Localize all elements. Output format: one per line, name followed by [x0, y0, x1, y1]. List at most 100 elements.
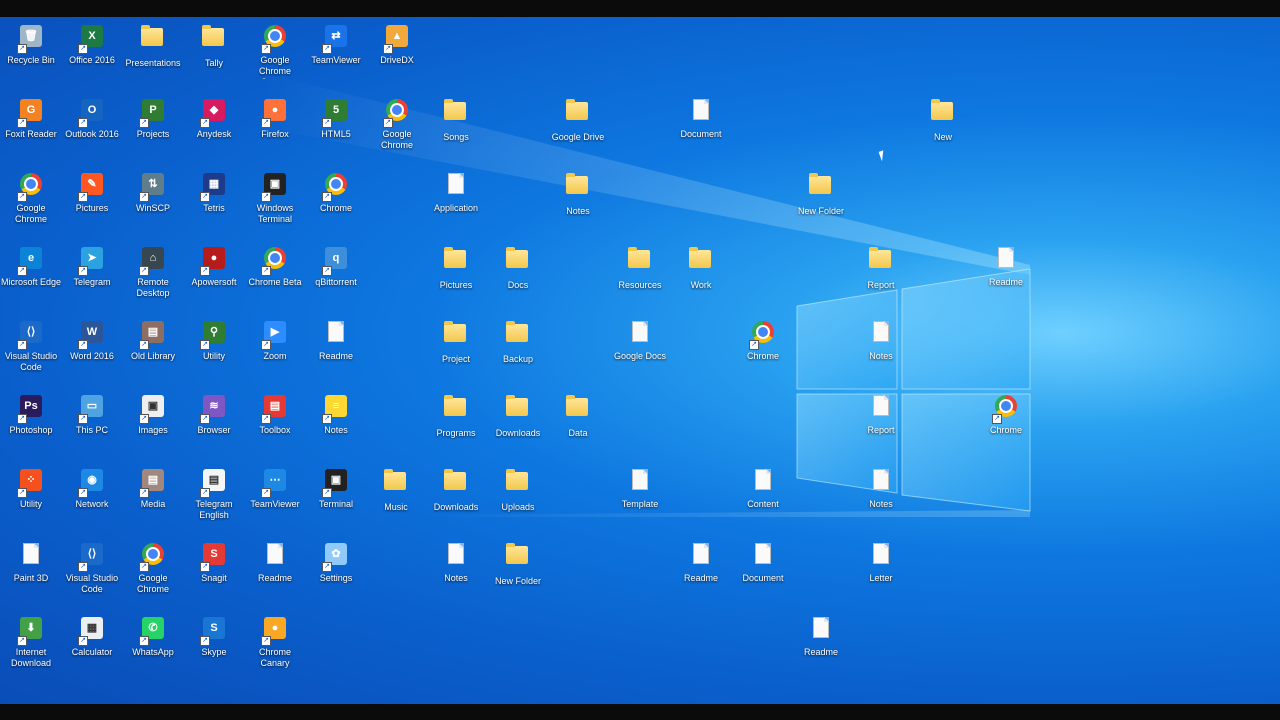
- desktop-icon-foxit-reader[interactable]: GFoxit Reader: [0, 97, 62, 171]
- desktop-icon-chrome[interactable]: Chrome: [732, 319, 794, 393]
- desktop-icon-google-chrome[interactable]: Google Chrome: [0, 171, 62, 245]
- desktop-icon-pictures[interactable]: ✎Pictures: [61, 171, 123, 245]
- desktop-icon-content[interactable]: Content: [732, 467, 794, 541]
- desktop-icon-telegram[interactable]: ➤Telegram: [61, 245, 123, 319]
- desktop-icon-toolbox[interactable]: ▤Toolbox: [244, 393, 306, 467]
- desktop-icon-application[interactable]: Application: [425, 171, 487, 245]
- desktop-icon-google-docs[interactable]: Google Docs: [609, 319, 671, 393]
- desktop-icon-chrome-canary[interactable]: ●Chrome Canary: [244, 615, 306, 689]
- desktop-icon-google-chrome-canary[interactable]: Google Chrome Canary: [244, 23, 306, 97]
- desktop-icon-recycle-bin[interactable]: 🗑Recycle Bin: [0, 23, 62, 97]
- desktop-icon-paint-3d[interactable]: Paint 3D: [0, 541, 62, 615]
- desktop-icon-projects[interactable]: PProjects: [122, 97, 184, 171]
- folder-icon: [506, 321, 530, 350]
- utility-icon: ⚲: [200, 321, 226, 350]
- desktop-icon-readme[interactable]: Readme: [244, 541, 306, 615]
- desktop-icon-template[interactable]: Template: [609, 467, 671, 541]
- desktop-icon-letter[interactable]: Letter: [850, 541, 912, 615]
- desktop-icon-chrome[interactable]: Chrome: [975, 393, 1037, 467]
- desktop-icon-network[interactable]: ◉Network: [61, 467, 123, 541]
- desktop-icon-browser[interactable]: ≋Browser: [183, 393, 245, 467]
- desktop-icon-drivedx[interactable]: ▲DriveDX: [366, 23, 428, 97]
- desktop-icon-microsoft-edge[interactable]: eMicrosoft Edge: [0, 245, 62, 319]
- desktop-icon-music[interactable]: Music: [365, 467, 427, 541]
- desktop-icon-notes[interactable]: ≡Notes: [305, 393, 367, 467]
- desktop-icon-teamviewer[interactable]: ⇄TeamViewer: [305, 23, 367, 97]
- desktop-icon-readme[interactable]: Readme: [790, 615, 852, 689]
- desktop-icon-presentations[interactable]: Presentations: [122, 23, 184, 97]
- desktop-icon-calculator[interactable]: ▦Calculator: [61, 615, 123, 689]
- desktop-icon-docs[interactable]: Docs: [487, 245, 549, 319]
- desktop-icon-this-pc[interactable]: ▭This PC: [61, 393, 123, 467]
- desktop-icon-work[interactable]: Work: [670, 245, 732, 319]
- desktop-icon-telegram-english[interactable]: ▤Telegram English: [183, 467, 245, 541]
- desktop-icon-settings[interactable]: ✿Settings: [305, 541, 367, 615]
- desktop-icon-terminal[interactable]: ▣Terminal: [305, 467, 367, 541]
- desktop-icon-chrome[interactable]: Chrome: [305, 171, 367, 245]
- desktop-icon-songs[interactable]: Songs: [425, 97, 487, 171]
- desktop-icon-visual-studio-code[interactable]: ⟨⟩Visual Studio Code: [0, 319, 62, 393]
- desktop-icon-downloads[interactable]: Downloads: [425, 467, 487, 541]
- desktop-icon-chrome-beta[interactable]: Chrome Beta: [244, 245, 306, 319]
- desktop-icon-utility[interactable]: ⚲Utility: [183, 319, 245, 393]
- desktop-icon-label: New Folder: [494, 576, 541, 586]
- desktop-icon-office-2016[interactable]: XOffice 2016: [61, 23, 123, 97]
- desktop-icon-downloads[interactable]: Downloads: [487, 393, 549, 467]
- desktop-icon-firefox[interactable]: ●Firefox: [244, 97, 306, 171]
- desktop-icon-remote-desktop[interactable]: ⌂Remote Desktop: [122, 245, 184, 319]
- vscode-icon: ⟨⟩: [17, 321, 43, 350]
- desktop-icon-pictures[interactable]: Pictures: [425, 245, 487, 319]
- desktop-icon-snagit[interactable]: SSnagit: [183, 541, 245, 615]
- desktop-icon-new-folder[interactable]: New Folder: [487, 541, 549, 615]
- desktop-icon-visual-studio-code[interactable]: ⟨⟩Visual Studio Code: [61, 541, 123, 615]
- desktop-icon-notes[interactable]: Notes: [547, 171, 609, 245]
- desktop-icon-tetris[interactable]: ▦Tetris: [183, 171, 245, 245]
- desktop-icon-notes[interactable]: Notes: [850, 467, 912, 541]
- desktop-icon-document[interactable]: Document: [732, 541, 794, 615]
- top-letterbox-bar: [0, 0, 1280, 17]
- desktop-icon-notes[interactable]: Notes: [425, 541, 487, 615]
- desktop-icon-apowersoft[interactable]: ●Apowersoft: [183, 245, 245, 319]
- desktop-icon-internet-download[interactable]: ⬇Internet Download: [0, 615, 62, 689]
- desktop-icon-label: TeamViewer: [311, 55, 361, 65]
- desktop-icon-new[interactable]: New: [912, 97, 974, 171]
- desktop-icon-skype[interactable]: SSkype: [183, 615, 245, 689]
- desktop-icon-readme[interactable]: Readme: [975, 245, 1037, 319]
- desktop-icon-tally[interactable]: Tally: [183, 23, 245, 97]
- desktop-icon-winscp[interactable]: ⇅WinSCP: [122, 171, 184, 245]
- desktop-icon-anydesk[interactable]: ◆Anydesk: [183, 97, 245, 171]
- desktop-icon-google-chrome[interactable]: Google Chrome: [366, 97, 428, 171]
- desktop-icon-readme[interactable]: Readme: [670, 541, 732, 615]
- desktop-icon-google-chrome[interactable]: Google Chrome: [122, 541, 184, 615]
- desktop-icon-old-library[interactable]: ▤Old Library: [122, 319, 184, 393]
- desktop-icon-google-drive[interactable]: Google Drive: [547, 97, 609, 171]
- desktop-icon-whatsapp[interactable]: ✆WhatsApp: [122, 615, 184, 689]
- desktop-icon-html5[interactable]: 5HTML5: [305, 97, 367, 171]
- desktop-icon-report[interactable]: Report: [850, 393, 912, 467]
- desktop-icon-resources[interactable]: Resources: [609, 245, 671, 319]
- desktop-icon-zoom[interactable]: ▶Zoom: [244, 319, 306, 393]
- desktop-icon-label: WinSCP: [135, 203, 170, 213]
- desktop-background[interactable]: 🗑Recycle BinXOffice 2016PresentationsTal…: [0, 17, 1280, 704]
- desktop-icon-readme[interactable]: Readme: [305, 319, 367, 393]
- desktop-icon-report[interactable]: Report: [850, 245, 912, 319]
- desktop-icon-backup[interactable]: Backup: [487, 319, 549, 393]
- desktop-icon-photoshop[interactable]: PsPhotoshop: [0, 393, 62, 467]
- chrome-icon: [17, 173, 43, 202]
- desktop-icon-uploads[interactable]: Uploads: [487, 467, 549, 541]
- desktop-icon-programs[interactable]: Programs: [425, 393, 487, 467]
- desktop-icon-document[interactable]: Document: [670, 97, 732, 171]
- desktop-icon-notes[interactable]: Notes: [850, 319, 912, 393]
- desktop-icon-utility[interactable]: ⁘Utility: [0, 467, 62, 541]
- desktop-icon-images[interactable]: ▣Images: [122, 393, 184, 467]
- desktop-icon-outlook-2016[interactable]: OOutlook 2016: [61, 97, 123, 171]
- desktop-icon-label: Report: [867, 280, 895, 290]
- desktop-icon-media[interactable]: ▤Media: [122, 467, 184, 541]
- desktop-icon-windows-terminal[interactable]: ▣Windows Terminal: [244, 171, 306, 245]
- desktop-icon-teamviewer[interactable]: ⋯TeamViewer: [244, 467, 306, 541]
- desktop-icon-word-2016[interactable]: WWord 2016: [61, 319, 123, 393]
- desktop-icon-data[interactable]: Data: [547, 393, 609, 467]
- desktop-icon-project[interactable]: Project: [425, 319, 487, 393]
- desktop-icon-qbittorrent[interactable]: qqBittorrent: [305, 245, 367, 319]
- desktop-icon-new-folder[interactable]: New Folder: [790, 171, 852, 245]
